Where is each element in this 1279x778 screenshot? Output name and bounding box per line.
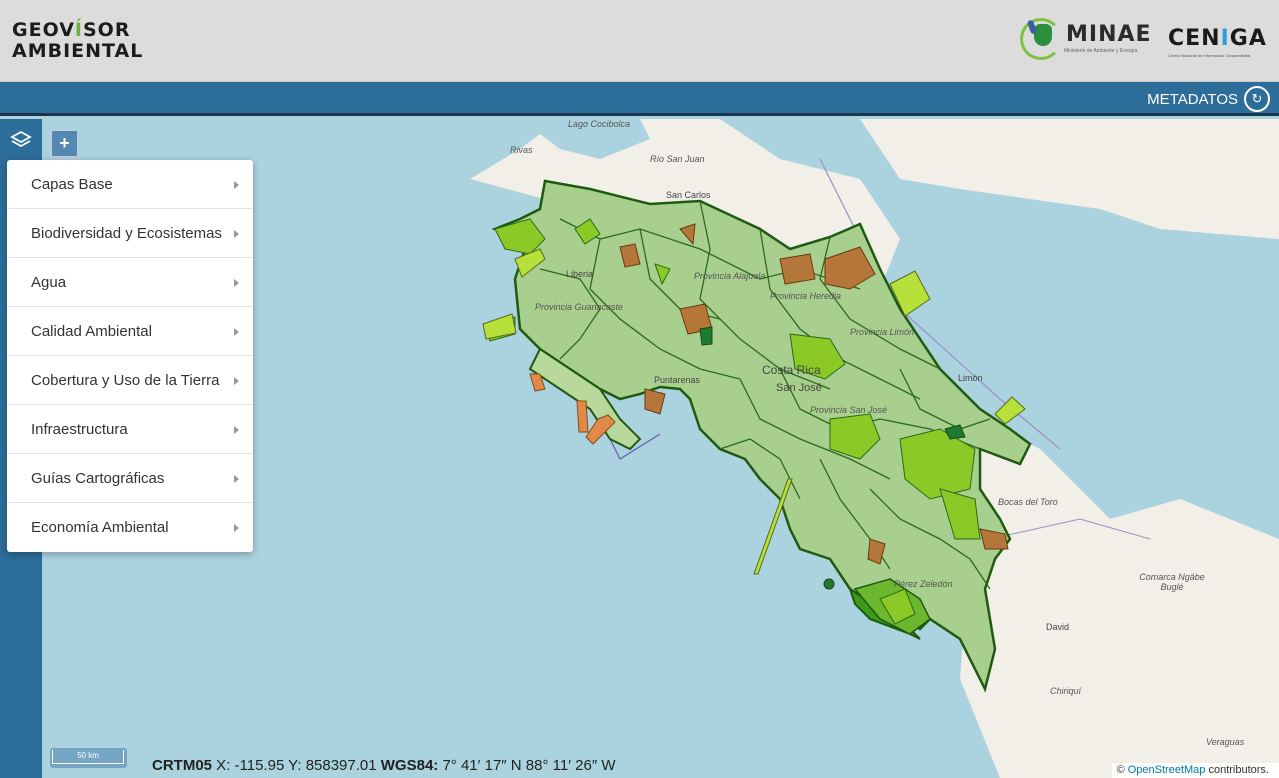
chevron-right-icon — [234, 377, 239, 385]
map-label-veraguas: Veraguas — [1206, 737, 1245, 747]
map-label-bocas: Bocas del Toro — [998, 497, 1058, 507]
map-label-chiriqui: Chiriquí — [1050, 686, 1082, 696]
chevron-right-icon — [234, 279, 239, 287]
chevron-right-icon — [234, 181, 239, 189]
map-label-provincia-heredia: Provincia Heredia — [770, 291, 842, 301]
map-label-provincia-guanacaste: Provincia Guanacaste — [535, 302, 624, 312]
map-label-limon: Limón — [958, 373, 983, 383]
map-label-david: David — [1046, 622, 1070, 632]
map-label-comarca: Comarca Ngäbe Buglé — [1139, 572, 1205, 592]
menu-item-guias[interactable]: Guías Cartográficas — [7, 454, 253, 503]
chevron-right-icon — [234, 328, 239, 336]
land-panama — [960, 419, 1279, 778]
map-label-costa-rica: Costa Rica — [762, 363, 821, 377]
map-attribution: © OpenStreetMap contributors. — [1111, 763, 1279, 778]
zoom-in-button[interactable]: + — [50, 129, 79, 158]
map-label-provincia-alajuela: Provincia Alajuela — [694, 271, 766, 281]
metadatos-button[interactable]: METADATOS ↻ — [1147, 86, 1270, 112]
map-label-rio-san-juan: Río San Juan — [650, 154, 705, 164]
layer-category-menu: Capas Base Biodiversidad y Ecosistemas A… — [7, 160, 253, 552]
info-circle-icon: ↻ — [1244, 86, 1270, 112]
map-label-perez: Pérez Zeledón — [894, 579, 953, 589]
map-label-san-jose: San José — [776, 382, 822, 394]
chevron-right-icon — [234, 230, 239, 238]
menu-item-biodiversidad[interactable]: Biodiversidad y Ecosistemas — [7, 209, 253, 258]
menu-item-agua[interactable]: Agua — [7, 258, 253, 307]
coordinate-readout: CRTM05 X: -115.95 Y: 858397.01 WGS84: 7°… — [152, 757, 616, 774]
top-toolbar: METADATOS ↻ — [0, 82, 1279, 116]
map-label-san-carlos: San Carlos — [666, 190, 711, 200]
map-label-puntarenas: Puntarenas — [654, 375, 701, 385]
menu-item-capas-base[interactable]: Capas Base — [7, 160, 253, 209]
map-label-provincia-limon: Provincia Limón — [850, 327, 915, 337]
map-label-provincia-sj: Provincia San José — [810, 405, 888, 415]
scale-label: 50 km — [52, 750, 124, 764]
chevron-right-icon — [234, 475, 239, 483]
scale-bar: 50 km — [50, 748, 127, 768]
menu-item-economia[interactable]: Economía Ambiental — [7, 503, 253, 552]
map-label-liberia: Liberia — [566, 269, 594, 279]
menu-item-infraestructura[interactable]: Infraestructura — [7, 405, 253, 454]
minae-hand-icon — [1034, 24, 1052, 46]
menu-item-cobertura[interactable]: Cobertura y Uso de la Tierra — [7, 356, 253, 405]
layers-icon — [10, 130, 32, 148]
chevron-right-icon — [234, 524, 239, 532]
chevron-right-icon — [234, 426, 239, 434]
app-header: GEOVÍSOR AMBIENTAL MINAE Ministerio de A… — [0, 0, 1279, 82]
geovisor-logo[interactable]: GEOVÍSOR AMBIENTAL — [12, 20, 143, 62]
menu-item-calidad-ambiental[interactable]: Calidad Ambiental — [7, 307, 253, 356]
map-label-lago: Lago Cocibolca — [568, 119, 631, 129]
ceniga-logo: CENIGA Centro Nacional de Información Ge… — [1168, 26, 1267, 58]
layers-button[interactable] — [5, 126, 37, 154]
osm-link[interactable]: OpenStreetMap — [1128, 764, 1206, 776]
map-label-rivas: Rivas — [510, 145, 533, 155]
metadatos-label: METADATOS — [1147, 90, 1238, 108]
minae-logo: MINAE Ministerio de Ambiente y Energía — [1020, 18, 1151, 64]
